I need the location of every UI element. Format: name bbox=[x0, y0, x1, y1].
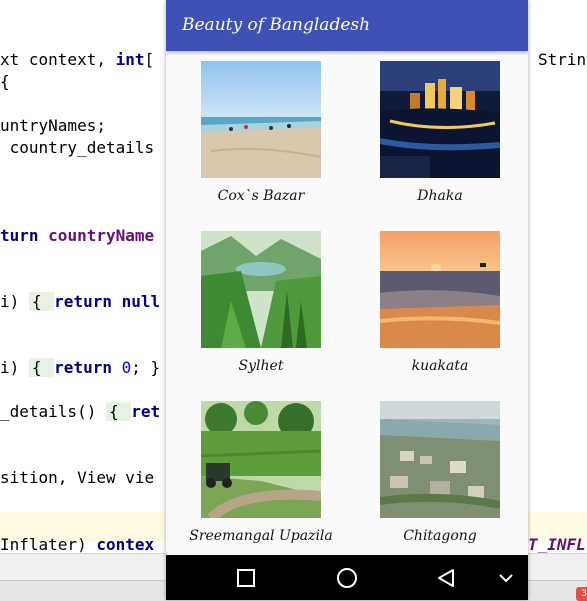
place-tile[interactable]: kuakata bbox=[360, 231, 520, 401]
code-line: i) { return 0; } bbox=[0, 358, 161, 377]
port-city-photo bbox=[380, 401, 500, 518]
sunset-sea-photo bbox=[380, 231, 500, 348]
code-line: untryNames; bbox=[0, 116, 106, 135]
app-title: Beauty of Bangladesh bbox=[182, 15, 371, 35]
place-tile[interactable]: Chitagong bbox=[360, 401, 520, 571]
place-tile[interactable]: Cox`s Bazar bbox=[181, 61, 341, 231]
code-line: sition, View vie bbox=[0, 468, 155, 487]
green-hills-photo bbox=[201, 231, 321, 348]
place-name: Cox`s Bazar bbox=[217, 188, 305, 204]
app-bar: Beauty of Bangladesh bbox=[166, 0, 528, 51]
code-line: xt context, int[ bbox=[0, 50, 155, 69]
place-name: Sreemangal Upazila bbox=[189, 528, 333, 544]
night-city-photo bbox=[380, 61, 500, 178]
system-nav-bar bbox=[166, 555, 528, 600]
place-name: Sylhet bbox=[238, 358, 284, 374]
phone-screen: Beauty of Bangladesh Cox`s Bazar Dhaka S… bbox=[166, 0, 528, 600]
back-icon[interactable] bbox=[421, 555, 471, 600]
code-line: _details() { ret bbox=[0, 402, 161, 421]
place-name: Dhaka bbox=[417, 188, 463, 204]
chevron-down-icon[interactable] bbox=[483, 555, 528, 600]
tea-garden-photo bbox=[201, 401, 321, 518]
recents-icon[interactable] bbox=[221, 555, 271, 600]
code-line: i) { return null bbox=[0, 292, 161, 311]
place-name: kuakata bbox=[411, 358, 469, 374]
beach-photo bbox=[201, 61, 321, 178]
place-tile[interactable]: Dhaka bbox=[360, 61, 520, 231]
code-line: Inflater) contex bbox=[0, 535, 155, 554]
place-tile[interactable]: Sreemangal Upazila bbox=[181, 401, 341, 571]
code-fragment-right: T_INFL bbox=[528, 535, 586, 554]
code-line: country_details bbox=[0, 138, 155, 157]
home-icon[interactable] bbox=[322, 555, 372, 600]
code-line: { bbox=[0, 72, 10, 91]
code-fragment-right: String bbox=[538, 50, 587, 69]
notification-badge[interactable]: 3 bbox=[576, 587, 587, 601]
code-line: turn countryName bbox=[0, 226, 155, 245]
place-name: Chitagong bbox=[403, 528, 477, 544]
place-tile[interactable]: Sylhet bbox=[181, 231, 341, 401]
